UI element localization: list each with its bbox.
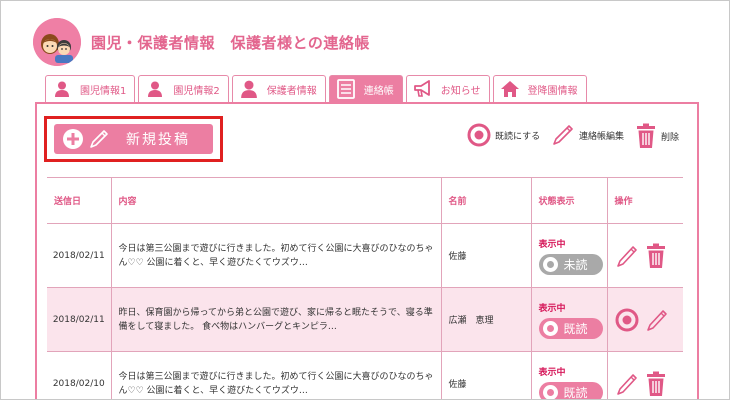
row-content[interactable]: 今日は第三公園まで遊びに行きました。初めて行く公園に大喜びのひなのちゃん♡♡ 公… (111, 223, 442, 288)
contact-book-table: 送信日 内容 名前 状態表示 操作 2018/02/11 今日は第三公園まで遊び… (47, 177, 683, 400)
person-icon (52, 79, 72, 99)
avatar (33, 18, 81, 66)
tab-label: 園児情報1 (80, 85, 127, 97)
column-header-date: 送信日 (47, 177, 112, 224)
delete-button[interactable]: 削除 (635, 123, 679, 149)
pencil-icon (646, 309, 667, 331)
tab-child-info-1[interactable]: 園児情報1 (45, 75, 136, 102)
read-circle-icon (615, 308, 638, 331)
notebook-icon (336, 79, 356, 99)
row-content[interactable]: 今日は第三公園まで遊びに行きました。初めて行く公園に大喜びのひなのちゃん♡♡ 公… (111, 351, 442, 399)
row-date: 2018/02/11 (47, 287, 112, 352)
column-header-name: 名前 (441, 177, 532, 224)
table-row[interactable]: 2018/02/11 今日は第三公園まで遊びに行きました。初めて行く公園に大喜び… (47, 223, 683, 288)
unread-badge: 未読 (538, 253, 603, 275)
row-content[interactable]: 昨日、保育園から帰ってから弟と公園で遊び、家に帰ると眠たそうで、寝る準備をして寝… (111, 287, 442, 352)
new-post-label: 新規投稿 (126, 132, 190, 148)
table-header-row: 送信日 内容 名前 状態表示 操作 (47, 177, 683, 224)
row-name: 佐藤 (441, 351, 532, 399)
delete-label: 削除 (661, 132, 680, 143)
tab-label: 登降園情報 (527, 85, 578, 97)
read-badge: 既読 (538, 381, 603, 400)
row-name: 広瀬 恵理 (441, 287, 532, 352)
tab-attendance[interactable]: 登降園情報 (492, 75, 587, 102)
tab-label: 保護者情報 (266, 85, 317, 97)
tab-child-info-2[interactable]: 園児情報2 (138, 75, 229, 102)
megaphone-icon (413, 79, 433, 99)
pencil-icon (616, 373, 637, 395)
status-label: 表示中 (538, 367, 566, 378)
tab-guardian-info[interactable]: 保護者情報 (231, 75, 326, 102)
pencil-icon (551, 123, 575, 147)
tab-label: お知らせ (440, 85, 481, 97)
house-icon (500, 79, 520, 99)
new-post-button[interactable]: 新規投稿 (54, 124, 213, 154)
pencil-icon (616, 245, 637, 267)
tab-label: 連絡帳 (363, 85, 394, 97)
column-header-content: 内容 (111, 177, 442, 224)
row-name: 佐藤 (441, 223, 532, 288)
status-label: 表示中 (538, 303, 566, 314)
edit-row-button[interactable] (615, 371, 639, 397)
plus-circle-icon (63, 129, 83, 149)
edit-row-button[interactable] (615, 243, 639, 269)
tab-notices[interactable]: お知らせ (405, 75, 490, 102)
app-frame: 園児・保護者情報 保護者様との連絡帳 園児情報1 園児情報2 保護者情報 連絡帳… (0, 0, 730, 400)
status-label: 表示中 (538, 239, 566, 250)
row-status: 表示中 既読 (531, 351, 608, 400)
page-title: 園児・保護者情報 保護者様との連絡帳 (91, 33, 370, 52)
delete-row-button[interactable] (645, 242, 667, 270)
pencil-icon (90, 130, 108, 148)
trash-icon (646, 371, 665, 396)
circle-icon (542, 256, 558, 272)
mark-read-button[interactable]: 既読にする (467, 123, 540, 147)
table-row[interactable]: 2018/02/11 昨日、保育園から帰ってから弟と公園で遊び、家に帰ると眠たそ… (47, 287, 683, 352)
trash-icon (646, 243, 665, 268)
row-date: 2018/02/11 (47, 223, 112, 288)
delete-row-button[interactable] (645, 370, 667, 398)
row-actions (607, 351, 683, 399)
read-badge: 既読 (538, 317, 603, 339)
tab-label: 園児情報2 (173, 85, 220, 97)
person-icon (239, 79, 259, 99)
read-circle-icon (467, 123, 491, 147)
page-header: 園児・保護者情報 保護者様との連絡帳 (33, 17, 370, 67)
column-header-actions: 操作 (607, 177, 683, 224)
trash-icon (635, 123, 657, 149)
mark-read-row-button[interactable] (615, 308, 639, 332)
read-state-label: 既読 (563, 321, 588, 336)
row-date: 2018/02/10 (47, 351, 112, 399)
read-state-label: 未読 (563, 257, 588, 272)
row-status: 表示中 未読 (531, 223, 608, 288)
circle-icon (542, 384, 558, 399)
read-state-label: 既読 (563, 385, 588, 400)
mark-read-label: 既読にする (495, 131, 541, 142)
edit-row-button[interactable] (645, 307, 669, 333)
row-actions (607, 287, 683, 352)
edit-label: 連絡帳編集 (579, 131, 625, 142)
column-header-status: 状態表示 (531, 177, 608, 224)
table-row[interactable]: 2018/02/10 今日は第三公園まで遊びに行きました。初めて行く公園に大喜び… (47, 351, 683, 400)
edit-contact-book-button[interactable]: 連絡帳編集 (551, 123, 624, 147)
row-status: 表示中 既読 (531, 287, 608, 352)
circle-icon (542, 320, 558, 336)
row-actions (607, 223, 683, 288)
tab-contact-book[interactable]: 連絡帳 (328, 75, 403, 102)
person-icon (145, 79, 165, 99)
parent-child-icon (33, 18, 81, 66)
tab-bar: 園児情報1 園児情報2 保護者情報 連絡帳 お知らせ 登降園情報 (45, 75, 590, 102)
